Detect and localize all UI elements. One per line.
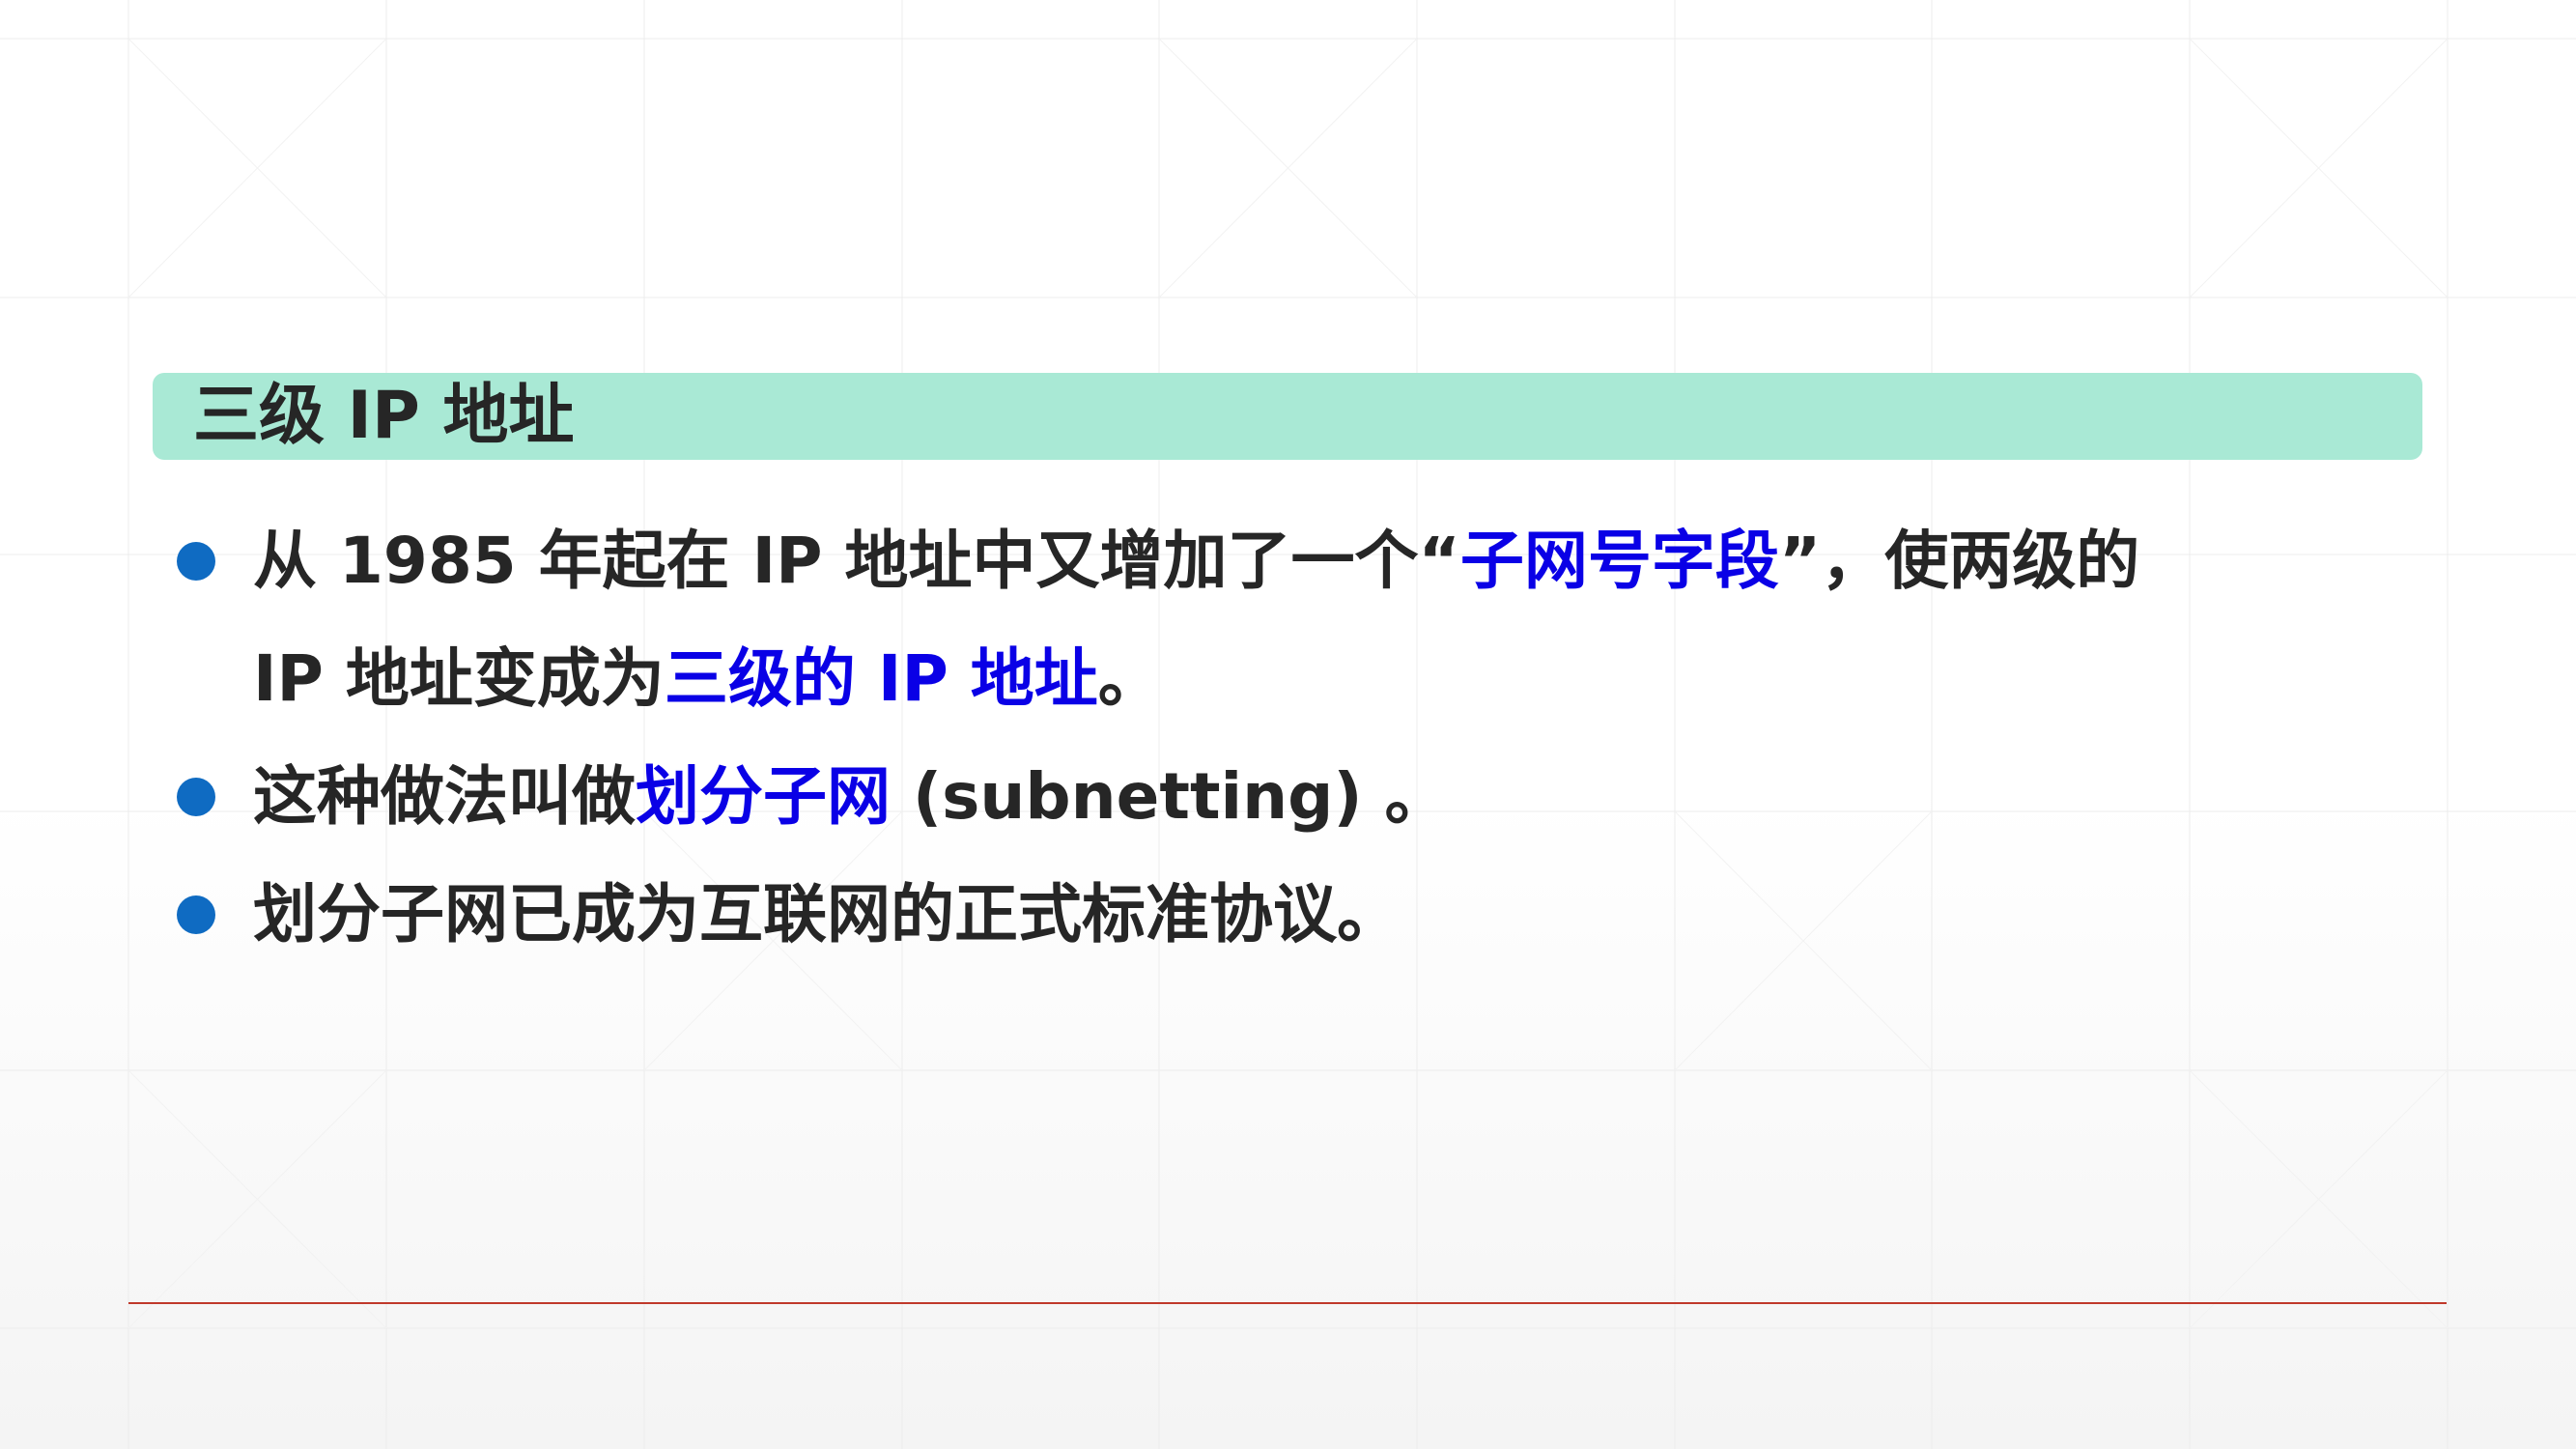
section-title-bar: 三级 IP 地址 — [153, 373, 2422, 460]
bullet-1-text-c: IP 地址变成为 — [253, 641, 665, 716]
bullet-1-highlight-three-level-ip: 三级的 IP 地址 — [664, 641, 1098, 716]
bullet-3-text: 划分子网已成为互联网的正式标准协议。 — [253, 877, 1401, 952]
bullet-item-2: 这种做法叫做划分子网 (subnetting) 。 — [174, 738, 2424, 856]
bullet-1-text-b: ”，使两级的 — [1778, 524, 2140, 598]
footer-divider — [128, 1302, 2447, 1304]
bullet-item-3: 划分子网已成为互联网的正式标准协议。 — [174, 856, 2424, 974]
slide: 三级 IP 地址 从 1985 年起在 IP 地址中又增加了一个“子网号字段”，… — [0, 0, 2576, 1449]
bullet-2-text-b: (subnetting) 。 — [891, 759, 1449, 834]
bullet-list: 从 1985 年起在 IP 地址中又增加了一个“子网号字段”，使两级的 IP 地… — [174, 502, 2424, 974]
bullet-1-highlight-subnet-field: 子网号字段 — [1459, 524, 1779, 598]
bullet-1-line-1: 从 1985 年起在 IP 地址中又增加了一个“子网号字段”，使两级的 — [253, 502, 2424, 620]
bullet-dot-icon — [177, 778, 215, 816]
bullet-1-text-d: 。 — [1097, 641, 1162, 716]
bullet-1-line-2: IP 地址变成为三级的 IP 地址。 — [253, 620, 2424, 738]
bullet-item-1: 从 1985 年起在 IP 地址中又增加了一个“子网号字段”，使两级的 IP 地… — [174, 502, 2424, 738]
bullet-dot-icon — [177, 895, 215, 934]
bullet-2-highlight-subnetting: 划分子网 — [636, 759, 891, 834]
bullet-2-text-a: 这种做法叫做 — [253, 759, 636, 834]
bullet-1-text-a: 从 1985 年起在 IP 地址中又增加了一个“ — [253, 524, 1460, 598]
bullet-dot-icon — [177, 542, 215, 581]
section-title: 三级 IP 地址 — [193, 378, 575, 454]
